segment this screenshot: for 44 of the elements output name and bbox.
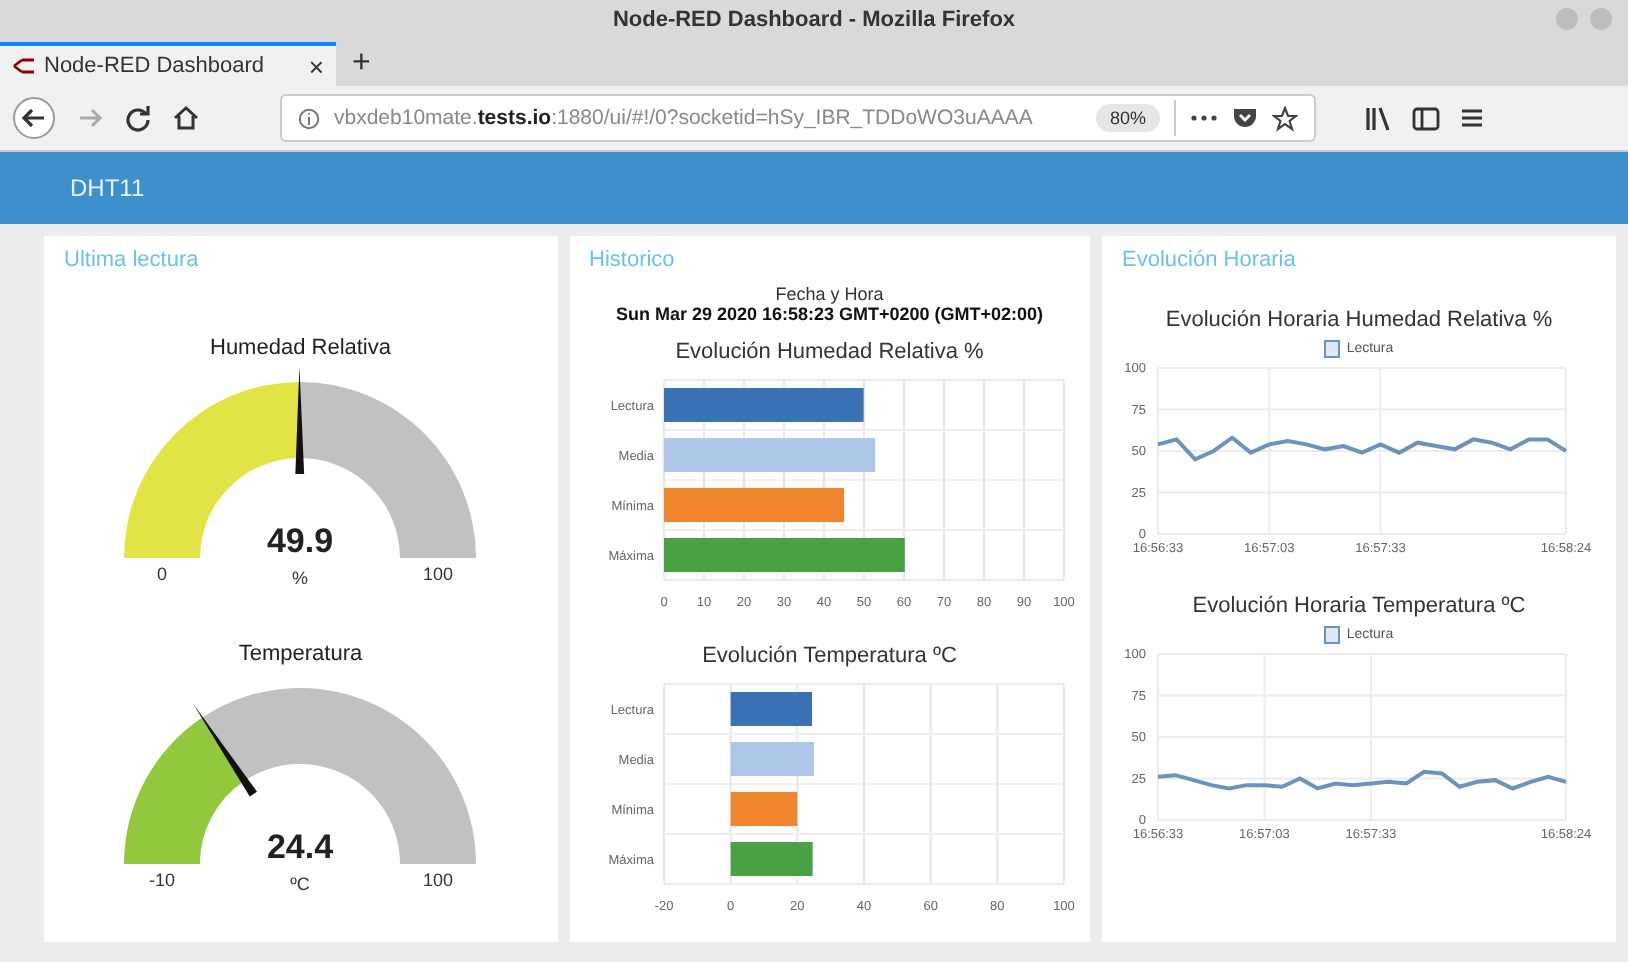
- chart-title: Evolución Temperatura ºC: [702, 644, 957, 668]
- gauge-title: Humedad Relativa: [210, 336, 391, 360]
- group-title: Historico: [589, 248, 675, 272]
- bar: [730, 692, 812, 726]
- bar: [730, 792, 797, 826]
- close-tab-button[interactable]: ×: [308, 51, 324, 81]
- gauge-value: 24.4: [267, 828, 334, 866]
- connector-icon: [12, 58, 36, 74]
- gauge-min-label: -10: [149, 870, 176, 890]
- timestamp: Sun Mar 29 2020 16:58:23 GMT+0200 (GMT+02:00): [615, 304, 1044, 324]
- sidebar-icon[interactable]: [1412, 105, 1440, 131]
- zoom-badge[interactable]: 80%: [1095, 104, 1160, 132]
- gauge-min-label: 0: [157, 564, 168, 584]
- bar: [730, 742, 814, 776]
- gauge-unit: %: [292, 568, 309, 588]
- timestamp-label: Fecha y Hora: [775, 284, 884, 304]
- gauge-value: 49.9: [267, 522, 334, 560]
- group-title: Ultima lectura: [64, 248, 199, 272]
- more-icon[interactable]: [1190, 112, 1218, 124]
- pocket-icon[interactable]: [1232, 106, 1258, 130]
- back-icon[interactable]: [12, 96, 56, 140]
- gauge-unit: ºC: [290, 874, 311, 894]
- new-tab-button[interactable]: +: [336, 46, 387, 86]
- gauge-max-label: 100: [423, 870, 454, 890]
- chart-title: Evolución Humedad Relativa %: [675, 340, 984, 364]
- info-icon: [298, 107, 320, 129]
- group-title: Evolución Horaria: [1122, 248, 1296, 272]
- star-icon[interactable]: [1272, 105, 1298, 131]
- browser-tab[interactable]: Node-RED Dashboard ×: [0, 42, 336, 86]
- dashboard-title: DHT11: [70, 174, 145, 202]
- home-icon[interactable]: [172, 104, 200, 132]
- chart-title: Evolución Horaria Humedad Relativa %: [1165, 308, 1553, 332]
- gauge-needle: [295, 368, 305, 474]
- window-title: Node-RED Dashboard - Mozilla Firefox: [612, 8, 1016, 32]
- gauge-title: Temperatura: [238, 642, 363, 666]
- url-text: vbxdeb10mate.tests.io:1880/ui/#!/0?socketid=hSy_IBR_TDDoWO3uAAAA: [334, 106, 1035, 130]
- reload-icon[interactable]: [124, 104, 152, 132]
- bar: [730, 842, 813, 876]
- gauge-needle: [193, 704, 258, 797]
- library-icon[interactable]: [1364, 105, 1392, 131]
- menu-icon[interactable]: [1460, 106, 1484, 130]
- address-bar[interactable]: vbxdeb10mate.tests.io:1880/ui/#!/0?socketid=hSy_IBR_TDDoWO3uAAAA 80%: [280, 94, 1316, 142]
- gauge-max-label: 100: [423, 564, 454, 584]
- chart-title: Evolución Horaria Temperatura ºC: [1192, 594, 1526, 618]
